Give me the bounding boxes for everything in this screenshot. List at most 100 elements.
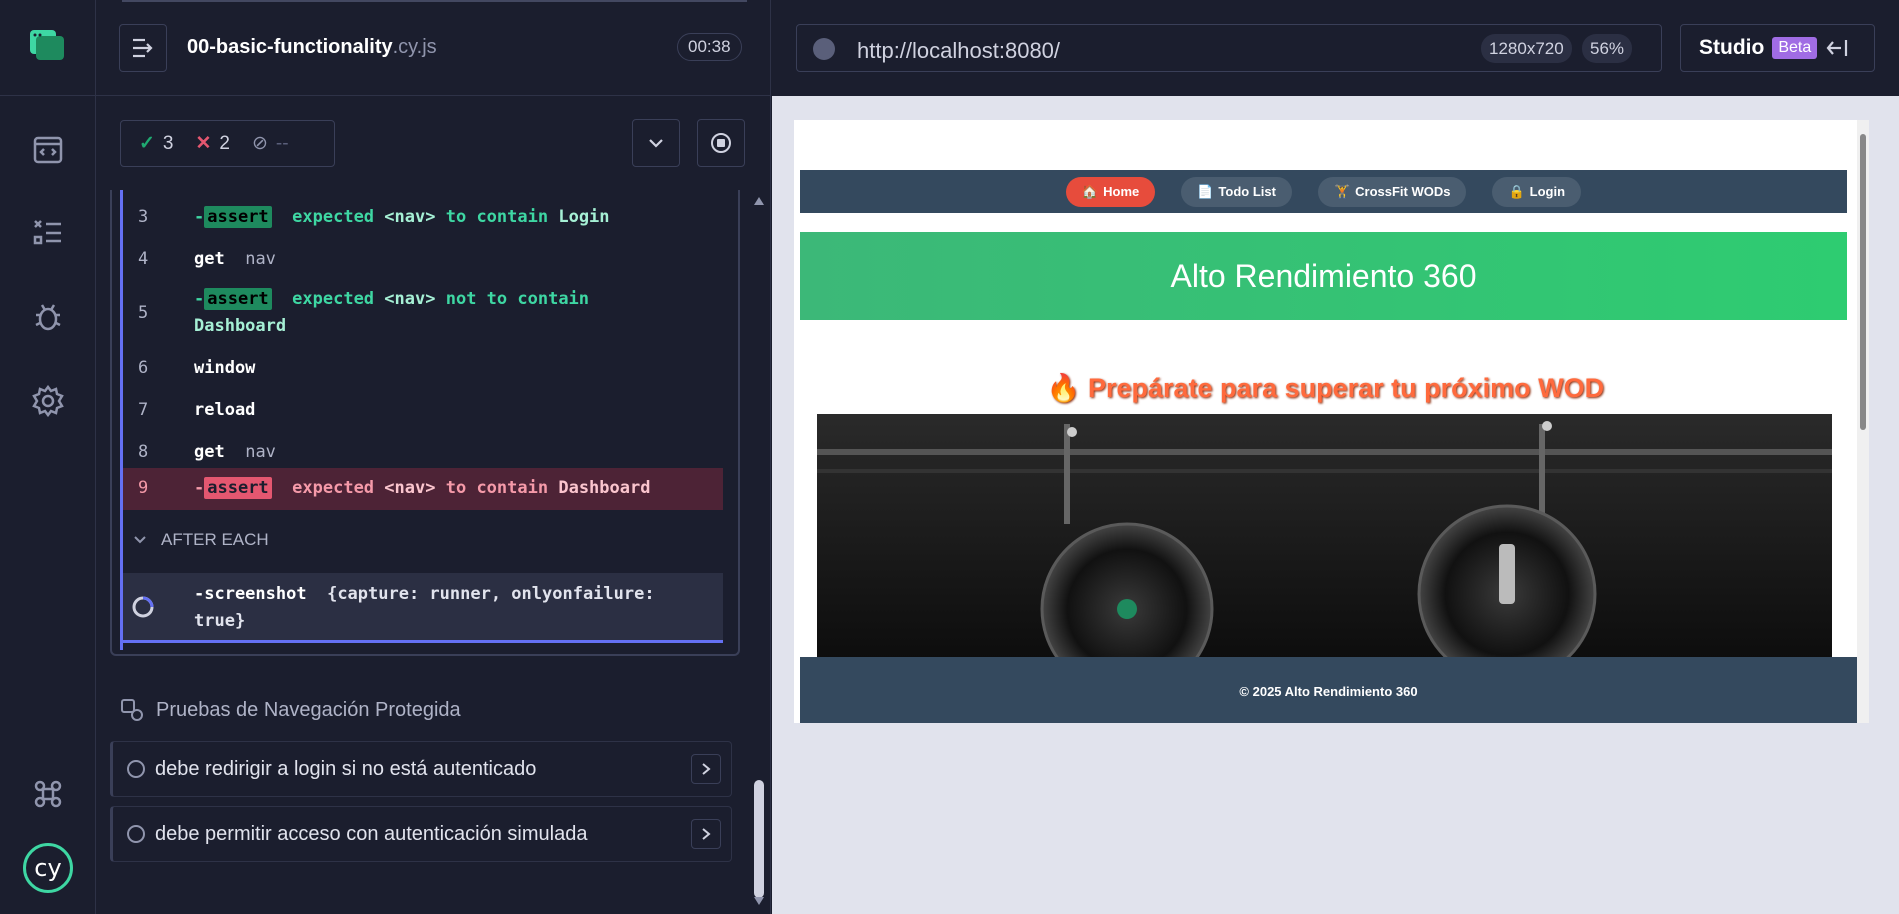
command-number: 3 xyxy=(138,207,149,227)
reporter-panel: 00-basic-functionality.cy.js 00:38 ✓ 3 ✕ 2… xyxy=(96,0,771,914)
command-name: get xyxy=(194,442,225,462)
viewport-size-badge[interactable]: 1280x720 xyxy=(1481,34,1572,63)
project-icon[interactable] xyxy=(30,30,64,62)
command-text: <nav> xyxy=(384,289,436,309)
site-nav-wods[interactable]: 🏋 CrossFit WODs xyxy=(1317,176,1467,207)
site-footer: © 2025 Alto Rendimiento 360 xyxy=(800,657,1857,723)
spinner-icon xyxy=(132,596,154,618)
reporter-header: 00-basic-functionality.cy.js 00:38 xyxy=(96,0,771,96)
stop-run-button[interactable] xyxy=(697,119,745,167)
assert-tag: assert xyxy=(204,206,272,228)
command-number: 4 xyxy=(138,249,149,269)
keyboard-shortcuts-icon[interactable] xyxy=(28,774,68,814)
command-name: get xyxy=(194,249,225,269)
collapse-all-button[interactable] xyxy=(632,119,680,167)
command-row[interactable]: 7 reload xyxy=(123,397,723,425)
command-row[interactable]: 4 get nav xyxy=(123,246,723,274)
scroll-up-icon[interactable] xyxy=(753,196,765,206)
command-body: get nav xyxy=(194,246,276,273)
command-text: expected xyxy=(292,289,375,309)
command-name: - xyxy=(194,478,205,498)
studio-button[interactable]: Studio Beta xyxy=(1680,24,1875,72)
debug-bug-icon[interactable] xyxy=(28,297,68,337)
site-nav-login[interactable]: 🔒 Login xyxy=(1492,176,1582,207)
x-icon: ✕ xyxy=(195,133,212,154)
chevron-down-icon xyxy=(134,536,146,544)
check-icon: ✓ xyxy=(139,133,155,154)
command-number: 8 xyxy=(138,442,149,462)
screenshot-command-row[interactable]: -screenshot {capture: runner, onlyonfail… xyxy=(123,573,723,643)
command-number: 5 xyxy=(138,303,149,323)
command-number: 9 xyxy=(138,478,149,498)
assert-tag: assert xyxy=(204,477,272,499)
command-number: 7 xyxy=(138,400,149,420)
nav-divider xyxy=(0,95,96,96)
passed-stat: ✓ 3 xyxy=(139,132,174,155)
left-nav: cy xyxy=(0,0,96,914)
toggle-specs-list-button[interactable] xyxy=(119,24,167,72)
studio-panel-icon xyxy=(1826,40,1848,56)
command-name: window xyxy=(194,358,256,378)
aut-scrollbar[interactable] xyxy=(1857,120,1869,723)
failed-stat: ✕ 2 xyxy=(196,132,231,155)
suite-header[interactable]: Pruebas de Navegación Protegida xyxy=(120,698,461,722)
command-row[interactable]: 6 window xyxy=(123,355,723,383)
test-pending-circle-icon xyxy=(127,825,145,843)
command-body: -screenshot {capture: runner, onlyonfail… xyxy=(194,581,655,635)
command-arg: nav xyxy=(245,442,276,462)
suite-title: Pruebas de Navegación Protegida xyxy=(156,698,461,721)
passed-count: 3 xyxy=(162,132,174,154)
after-each-hook[interactable]: AFTER EACH xyxy=(133,530,269,550)
site-nav-label: Login xyxy=(1529,184,1566,199)
weightlifter-icon: 🏋 xyxy=(1333,183,1351,199)
test-row[interactable]: debe permitir acceso con autenticación s… xyxy=(110,806,732,862)
command-arg: {capture: runner, onlyonfailure: xyxy=(327,584,655,604)
chevron-right-icon xyxy=(702,763,711,775)
command-row[interactable]: 8 get nav xyxy=(123,439,723,467)
settings-gear-icon[interactable] xyxy=(28,381,68,421)
after-each-label: AFTER EACH xyxy=(161,530,269,549)
test-stats: ✓ 3 ✕ 2 ⊘ -- xyxy=(120,120,335,167)
scrollbar-thumb[interactable] xyxy=(754,780,764,898)
command-body: reload xyxy=(194,397,255,424)
site-hero: Alto Rendimiento 360 xyxy=(800,232,1847,320)
command-body: window xyxy=(194,355,255,382)
gym-image xyxy=(817,414,1832,659)
command-text: expected xyxy=(292,478,375,498)
specs-icon[interactable] xyxy=(28,130,68,170)
command-body: - assert expected <nav> to contain Dashbo… xyxy=(194,475,650,502)
assert-tag: assert xyxy=(204,288,272,310)
command-text: to contain xyxy=(445,207,549,227)
spec-file-name: 00-basic-functionality.cy.js xyxy=(187,36,437,59)
site-nav: 🏠 Home 📄 Todo List 🏋 CrossFit WODs 🔒 Login xyxy=(800,170,1847,213)
command-name: - xyxy=(194,289,205,309)
hero-title: Alto Rendimiento 360 xyxy=(1170,257,1477,294)
runs-icon[interactable] xyxy=(28,213,68,253)
test-row[interactable]: debe redirigir a login si no está autent… xyxy=(110,741,732,797)
command-text: Login xyxy=(558,207,610,227)
command-row[interactable]: 5 - assert expected <nav> not to contain D… xyxy=(123,286,723,342)
test-title: debe redirigir a login si no está autent… xyxy=(155,757,537,780)
site-nav-label: Todo List xyxy=(1218,184,1276,199)
command-number: 6 xyxy=(138,358,149,378)
site-nav-todo[interactable]: 📄 Todo List xyxy=(1181,176,1292,207)
progress-line xyxy=(122,0,747,2)
aut-scrollbar-thumb[interactable] xyxy=(1860,134,1866,430)
reporter-scrollbar[interactable] xyxy=(752,190,766,914)
run-timer: 00:38 xyxy=(677,33,742,61)
command-text: <nav> xyxy=(384,207,436,227)
open-test-button[interactable] xyxy=(691,754,721,784)
command-row[interactable]: 3 - assert expected <nav> to contain Logi… xyxy=(123,204,723,232)
open-test-button[interactable] xyxy=(691,819,721,849)
globe-icon xyxy=(813,38,835,60)
site-nav-home[interactable]: 🏠 Home xyxy=(1065,176,1156,207)
aut-iframe[interactable]: 🏠 Home 📄 Todo List 🏋 CrossFit WODs 🔒 Login A… xyxy=(794,120,1869,723)
cypress-logo-icon: cy xyxy=(23,843,73,893)
scroll-down-icon[interactable] xyxy=(753,896,765,906)
wod-heading: 🔥 Prepárate para superar tu próximo WOD xyxy=(1046,373,1605,403)
failed-command-row[interactable]: 9 - assert expected <nav> to contain Dash… xyxy=(123,468,723,510)
command-row: 9 - assert expected <nav> to contain Dash… xyxy=(123,475,723,503)
url-bar[interactable]: http://localhost:8080/ 1280x720 56% xyxy=(796,24,1662,72)
zoom-badge[interactable]: 56% xyxy=(1582,34,1633,63)
command-name: - xyxy=(194,207,205,227)
